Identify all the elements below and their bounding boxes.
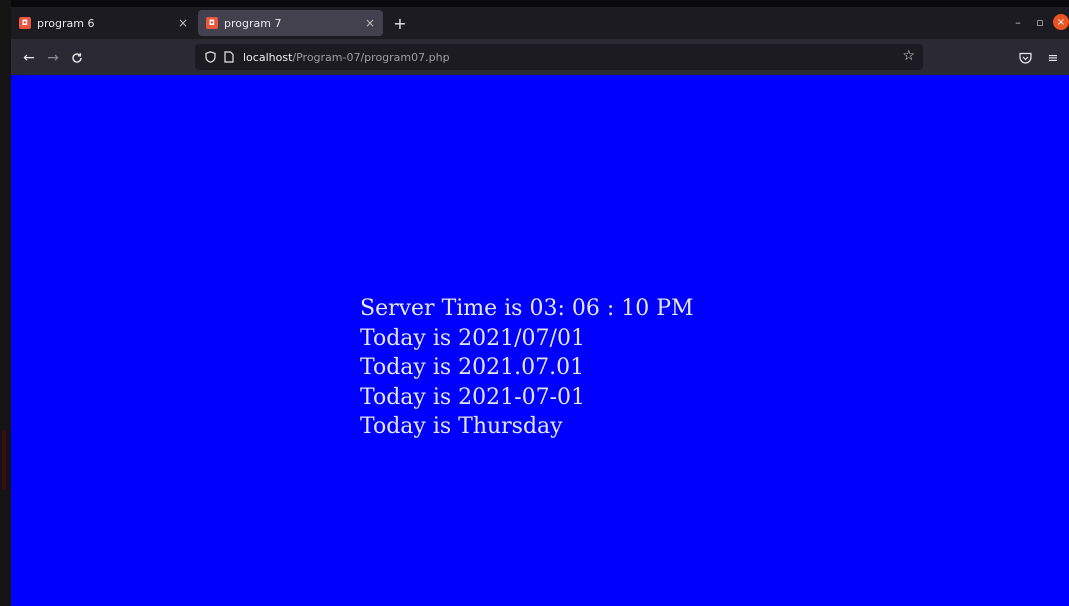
tab-strip: ◘ program 6 × ◘ program 7 × + – ▫ × (11, 7, 1069, 37)
window-controls: – ▫ × (1005, 13, 1069, 31)
favicon-icon: ◘ (19, 17, 31, 29)
url-path: /Program-07/program07.php (292, 50, 450, 64)
favicon-icon: ◘ (206, 17, 218, 29)
bookmark-star-icon[interactable]: ☆ (902, 48, 915, 64)
date-slash-line: Today is 2021/07/01 (360, 325, 585, 351)
tab-close-icon[interactable]: × (365, 16, 375, 30)
tab-program-7[interactable]: ◘ program 7 × (198, 10, 383, 36)
date-dash-line: Today is 2021-07-01 (360, 384, 585, 410)
maximize-button[interactable]: ▫ (1031, 13, 1049, 31)
hamburger-menu-icon[interactable]: ≡ (1043, 48, 1063, 68)
left-edge (0, 0, 11, 606)
new-tab-button[interactable]: + (389, 12, 411, 34)
shield-glyph (204, 51, 216, 63)
minimize-button[interactable]: – (1009, 13, 1027, 31)
address-bar[interactable]: localhost/Program-07/program07.php ☆ (195, 44, 923, 70)
page-info-icon[interactable] (223, 50, 235, 64)
reload-glyph (72, 53, 82, 63)
back-arrow-icon[interactable]: ← (19, 48, 39, 68)
toolbar-right: ≡ (1007, 48, 1063, 68)
page-content: Server Time is 03: 06 : 10 PM Today is 2… (11, 75, 1069, 606)
pocket-icon[interactable] (1015, 48, 1035, 68)
output-lines: Server Time is 03: 06 : 10 PM Today is 2… (360, 294, 694, 442)
tracking-shield-icon[interactable] (203, 50, 217, 64)
weekday-line: Today is Thursday (360, 414, 563, 439)
tab-close-icon[interactable]: × (178, 16, 188, 30)
reload-icon[interactable] (67, 48, 87, 68)
url-text: localhost/Program-07/program07.php (243, 51, 450, 64)
page-glyph (224, 51, 234, 63)
tab-title: program 7 (224, 16, 282, 30)
close-window-button[interactable]: × (1053, 14, 1069, 30)
server-time-line: Server Time is 03: 06 : 10 PM (360, 296, 694, 321)
date-dot-line: Today is 2021.07.01 (360, 355, 585, 380)
pocket-glyph (1018, 52, 1032, 64)
navigation-bar: ← → localhost/Program-07/program07.php ☆… (11, 39, 1069, 75)
tab-program-6[interactable]: ◘ program 6 × (11, 10, 196, 36)
tab-title: program 6 (37, 16, 95, 30)
forward-arrow-icon[interactable]: → (43, 48, 63, 68)
url-host: localhost (243, 50, 293, 64)
browser-window: ◘ program 6 × ◘ program 7 × + – ▫ × ← → (11, 7, 1069, 606)
left-edge-marker (2, 430, 6, 490)
